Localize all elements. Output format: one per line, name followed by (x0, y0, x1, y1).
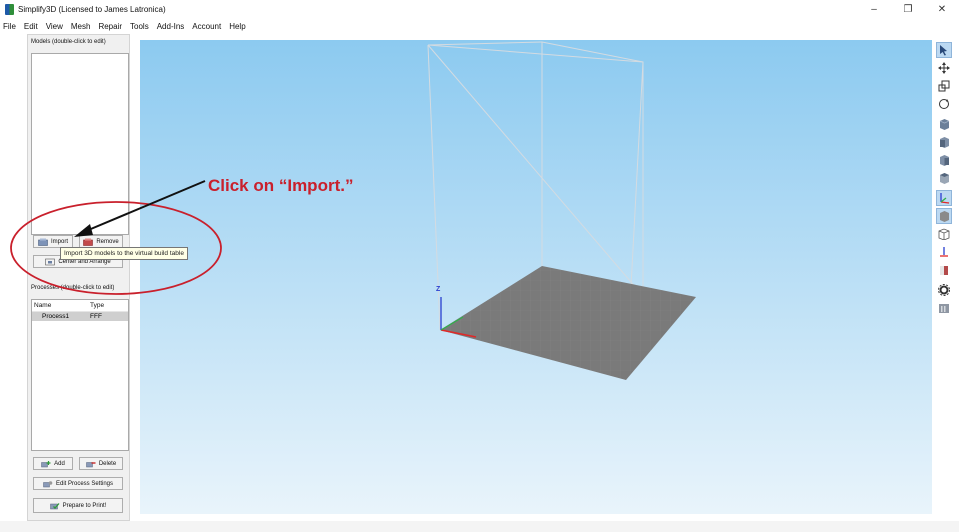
column-name: Name (34, 302, 52, 309)
cube-view-iso-icon[interactable] (936, 116, 952, 132)
processes-header: Name Type (32, 300, 128, 312)
processes-section-label: Processes (double-click to edit) (31, 285, 115, 291)
import-button-label: Import (50, 238, 68, 245)
left-panel: Models (double-click to edit) Import Rem… (27, 34, 130, 521)
menu-view[interactable]: View (42, 22, 67, 31)
machine-icon[interactable] (936, 300, 952, 316)
wireframe-view-icon[interactable] (936, 226, 952, 242)
edit-process-settings-label: Edit Process Settings (55, 480, 114, 487)
import-icon (38, 238, 48, 246)
close-button[interactable]: ✕ (925, 0, 959, 18)
menu-account[interactable]: Account (188, 22, 225, 31)
scale-icon[interactable] (936, 78, 952, 94)
models-list[interactable] (31, 53, 129, 235)
menu-add-ins[interactable]: Add-Ins (153, 22, 189, 31)
status-strip (0, 521, 959, 532)
cube-view-front-icon[interactable] (936, 134, 952, 150)
add-process-icon (41, 460, 51, 467)
add-process-label: Add (54, 460, 65, 467)
z-axis-label: Z (436, 286, 441, 293)
minimize-button[interactable]: – (857, 0, 891, 18)
menu-tools[interactable]: Tools (126, 22, 153, 31)
menu-help[interactable]: Help (225, 22, 249, 31)
axes-toggle-icon[interactable] (936, 190, 952, 206)
menu-edit[interactable]: Edit (20, 22, 42, 31)
settings-gear-icon[interactable] (936, 282, 952, 298)
maximize-button[interactable]: ❐ (891, 0, 925, 18)
3d-viewport[interactable]: Z (140, 40, 932, 514)
menu-repair[interactable]: Repair (94, 22, 126, 31)
right-toolbar (934, 40, 954, 320)
column-type: Type (90, 302, 105, 309)
edit-process-settings-button[interactable]: Edit Process Settings (33, 477, 123, 490)
window-title: Simplify3D (Licensed to James Latronica) (18, 4, 166, 14)
add-process-button[interactable]: Add (33, 457, 73, 470)
app-logo-icon (5, 3, 14, 15)
window-controls: – ❐ ✕ (857, 0, 959, 18)
process-row[interactable]: Process1 FFF (32, 312, 128, 321)
menu-bar: File Edit View Mesh Repair Tools Add-Ins… (0, 19, 959, 33)
prepare-to-print-icon (49, 502, 60, 509)
menu-file[interactable]: File (0, 22, 20, 31)
delete-process-label: Delete (98, 460, 117, 467)
callout-text: Click on “Import.” (208, 176, 354, 195)
processes-list[interactable]: Name Type Process1 FFF (31, 299, 129, 451)
prepare-to-print-label: Prepare to Print! (62, 502, 107, 509)
move-icon[interactable] (936, 60, 952, 76)
build-plate (440, 266, 696, 380)
process-name: Process1 (42, 313, 70, 320)
models-section-label: Models (double-click to edit) (31, 39, 106, 45)
delete-process-icon (86, 461, 96, 467)
import-tooltip: Import 3D models to the virtual build ta… (60, 247, 188, 260)
build-volume-scene (427, 41, 696, 381)
edit-settings-icon (43, 480, 53, 487)
cube-view-side-icon[interactable] (936, 152, 952, 168)
process-type: FFF (90, 313, 102, 320)
cube-view-top-icon[interactable] (936, 170, 952, 186)
remove-button-label: Remove (96, 238, 119, 245)
center-arrange-icon (45, 258, 56, 265)
title-bar: Simplify3D (Licensed to James Latronica)… (0, 0, 959, 18)
solid-view-icon[interactable] (936, 208, 952, 224)
bed-view-icon[interactable] (936, 262, 952, 278)
menu-mesh[interactable]: Mesh (67, 22, 95, 31)
remove-icon (83, 238, 94, 246)
rotate-icon[interactable] (936, 96, 952, 112)
delete-process-button[interactable]: Delete (79, 457, 123, 470)
prepare-to-print-button[interactable]: Prepare to Print! (33, 498, 123, 513)
select-cursor-icon[interactable] (936, 42, 952, 58)
cross-section-icon[interactable] (936, 244, 952, 260)
